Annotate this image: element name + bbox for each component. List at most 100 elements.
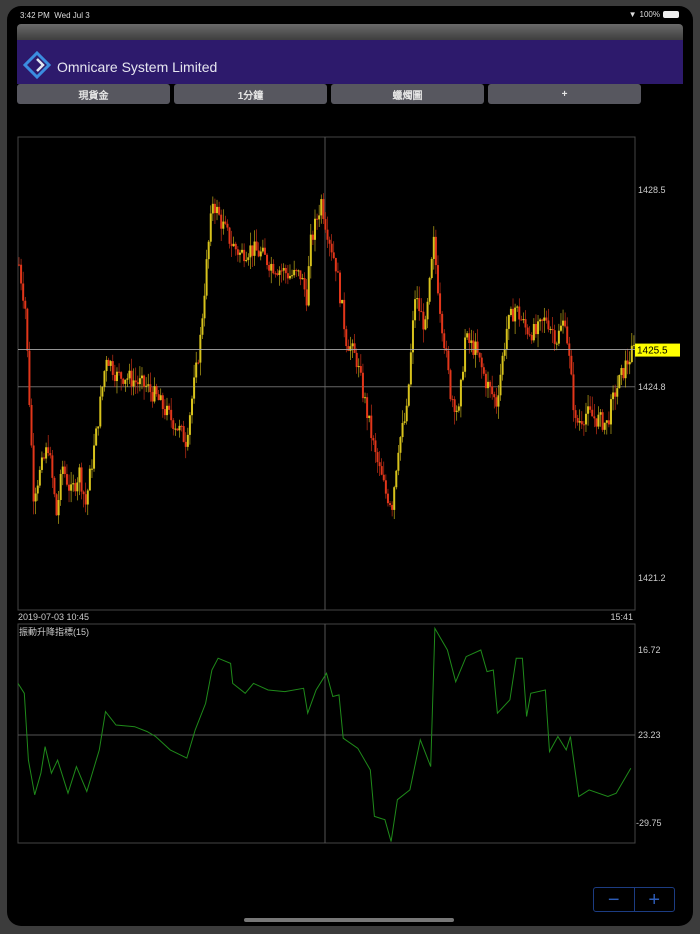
- candle-body: [509, 308, 512, 315]
- candle-body: [282, 267, 285, 271]
- candle-body: [393, 487, 396, 510]
- indicator-panel: 振動升降指標(15) 16.72 23.23 -29.75: [17, 623, 662, 844]
- app-screen: 3:42 PM Wed Jul 3 ▼ 100% Omnicare System…: [7, 6, 693, 926]
- candle-body: [207, 241, 210, 260]
- candle-body: [324, 219, 327, 230]
- candle-body: [36, 485, 39, 494]
- candle-body: [505, 328, 508, 350]
- candle-body: [491, 386, 494, 395]
- candle-body: [295, 269, 298, 271]
- candle-body: [530, 334, 533, 341]
- candle-body: [186, 434, 189, 447]
- candle-body: [76, 482, 79, 492]
- price-chart[interactable]: 1428.5 1424.8 1421.2 1425.5 2019-07-03 10:…: [7, 6, 693, 926]
- candle-body: [547, 320, 550, 330]
- candle-body: [622, 368, 625, 379]
- candle-body: [372, 438, 375, 441]
- candle-body: [205, 259, 208, 296]
- candle-body: [199, 334, 202, 363]
- candle-body: [434, 236, 437, 266]
- candle-body: [59, 473, 62, 501]
- candle-body: [124, 379, 127, 384]
- candle-body: [280, 270, 283, 272]
- candle-body: [86, 490, 89, 505]
- candle-body: [90, 468, 93, 470]
- candle-body: [422, 311, 425, 330]
- candle-body: [88, 468, 91, 491]
- candle-body: [443, 333, 446, 349]
- candle-body: [487, 381, 490, 389]
- candle-body: [376, 452, 379, 463]
- candle-body: [122, 378, 125, 384]
- candle-body: [609, 399, 612, 425]
- candle-body: [47, 447, 50, 454]
- candle-body: [209, 213, 212, 242]
- candle-body: [370, 415, 373, 439]
- price-panel-frame: [17, 136, 636, 611]
- candle-body: [103, 371, 106, 387]
- candle-body: [65, 474, 68, 485]
- candle-body: [570, 355, 573, 375]
- candle-body: [541, 319, 544, 321]
- candle-body: [341, 299, 344, 304]
- candle-body: [584, 413, 587, 425]
- candle-body: [136, 382, 139, 385]
- candle-body: [441, 313, 444, 334]
- candle-body: [391, 504, 394, 510]
- candle-body: [512, 308, 515, 322]
- candle-body: [355, 352, 358, 368]
- candle-body: [257, 250, 260, 257]
- candle-body: [172, 420, 175, 430]
- candle-body: [297, 270, 300, 272]
- candle-body: [138, 378, 141, 385]
- home-indicator[interactable]: [244, 918, 454, 922]
- candle-body: [249, 245, 252, 258]
- candle-body: [320, 199, 323, 216]
- candle-body: [395, 470, 398, 488]
- candle-body: [447, 350, 450, 371]
- candle-body: [307, 266, 310, 306]
- candle-body: [630, 345, 633, 363]
- candle-body: [459, 379, 462, 407]
- candle-body: [216, 206, 219, 214]
- candle-body: [572, 374, 575, 411]
- candle-body: [226, 223, 229, 228]
- candle-body: [115, 371, 118, 382]
- candle-body: [99, 396, 102, 427]
- zoom-in-button[interactable]: +: [633, 888, 675, 911]
- candle-body: [68, 484, 71, 491]
- candle-body: [238, 252, 241, 255]
- candle-body: [272, 263, 275, 274]
- candle-body: [130, 370, 133, 387]
- candle-body: [213, 203, 216, 214]
- candle-body: [557, 330, 560, 344]
- zoom-out-button[interactable]: −: [594, 888, 634, 911]
- candle-body: [247, 257, 250, 260]
- candle-body: [107, 359, 110, 366]
- candle-body: [155, 386, 158, 395]
- candle-body: [366, 397, 369, 419]
- candle-body: [224, 221, 227, 224]
- candle-body: [84, 494, 87, 505]
- candle-body: [562, 320, 565, 326]
- indicator-tick-top: 16.72: [638, 645, 661, 655]
- candle-body: [466, 333, 469, 338]
- candle-body: [222, 221, 225, 229]
- candle-body: [522, 319, 525, 321]
- candle-body: [53, 477, 56, 495]
- candle-body: [472, 340, 475, 355]
- candle-body: [93, 445, 96, 469]
- candle-body: [478, 352, 481, 358]
- candle-body: [251, 245, 254, 256]
- candle-body: [397, 452, 400, 471]
- candle-body: [276, 273, 279, 275]
- candle-body: [626, 360, 629, 365]
- candle-body: [163, 409, 166, 416]
- candle-body: [599, 412, 602, 415]
- candle-body: [493, 394, 496, 398]
- candle-body: [284, 267, 287, 274]
- candle-body: [18, 264, 20, 266]
- candle-body: [401, 422, 404, 438]
- candle-body: [176, 428, 179, 431]
- candle-body: [537, 321, 540, 335]
